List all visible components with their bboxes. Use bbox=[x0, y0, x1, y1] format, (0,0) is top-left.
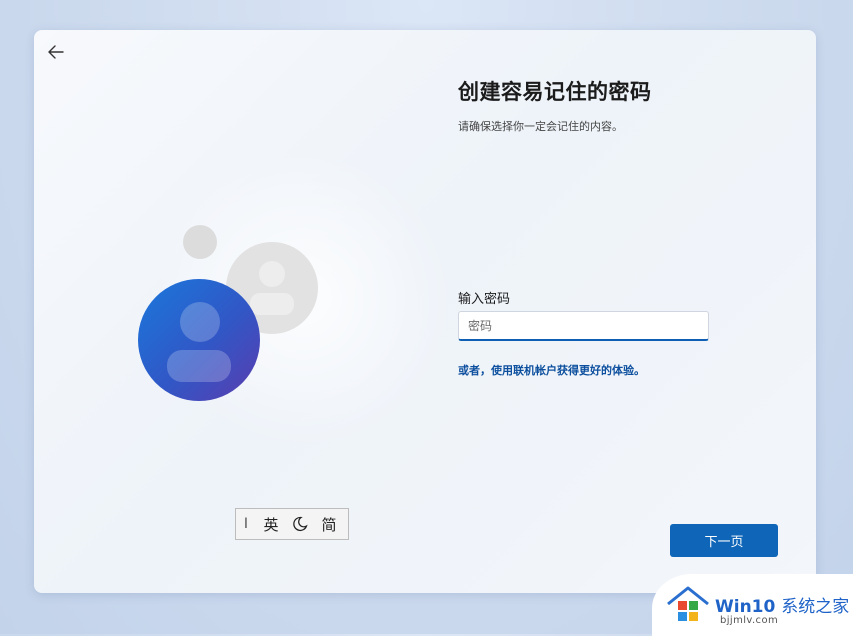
user-avatar-illustration bbox=[138, 225, 318, 401]
small-dot-icon bbox=[183, 225, 217, 259]
password-label: 输入密码 bbox=[458, 292, 511, 307]
password-input[interactable] bbox=[458, 311, 709, 341]
moon-icon bbox=[293, 516, 308, 532]
ime-toolbar: I 英 简 bbox=[235, 508, 349, 540]
back-button[interactable] bbox=[44, 40, 68, 64]
ime-charset-toggle[interactable]: 简 bbox=[314, 514, 344, 535]
ime-handle[interactable]: I bbox=[236, 516, 256, 532]
watermark-brand: Win10 系统之家 bbox=[715, 592, 849, 617]
page-subtitle: 请确保选择你一定会记住的内容。 bbox=[458, 120, 623, 133]
online-account-link[interactable]: 或者，使用联机帐户获得更好的体验。 bbox=[458, 362, 645, 378]
watermark-brand-en: Win10 bbox=[715, 597, 776, 617]
watermark-brand-zh: 系统之家 bbox=[781, 597, 850, 617]
next-button[interactable]: 下一页 bbox=[670, 524, 778, 557]
watermark: Win10 系统之家 bjjmlv.com bbox=[652, 574, 853, 636]
watermark-url: bjjmlv.com bbox=[720, 615, 779, 626]
page-title: 创建容易记住的密码 bbox=[458, 80, 652, 104]
house-logo-icon bbox=[667, 586, 709, 621]
arrow-left-icon bbox=[48, 45, 64, 59]
setup-card: 创建容易记住的密码 请确保选择你一定会记住的内容。 输入密码 或者，使用联机帐户… bbox=[34, 30, 816, 593]
ime-language-toggle[interactable]: 英 bbox=[256, 514, 286, 535]
ime-mode-toggle[interactable] bbox=[286, 516, 314, 532]
